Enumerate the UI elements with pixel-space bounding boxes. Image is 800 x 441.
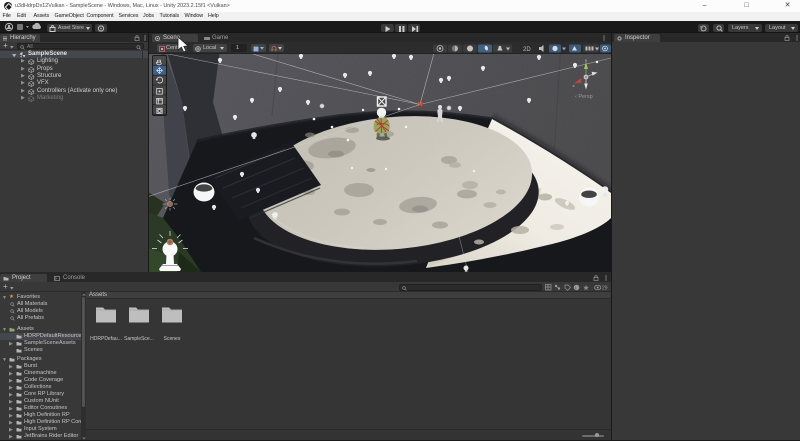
svg-text:x: x — [573, 83, 575, 88]
svg-text:2D: 2D — [523, 47, 531, 53]
svg-text:29: 29 — [602, 286, 608, 292]
svg-text:y: y — [585, 58, 587, 63]
svg-text:i: i — [575, 285, 576, 290]
